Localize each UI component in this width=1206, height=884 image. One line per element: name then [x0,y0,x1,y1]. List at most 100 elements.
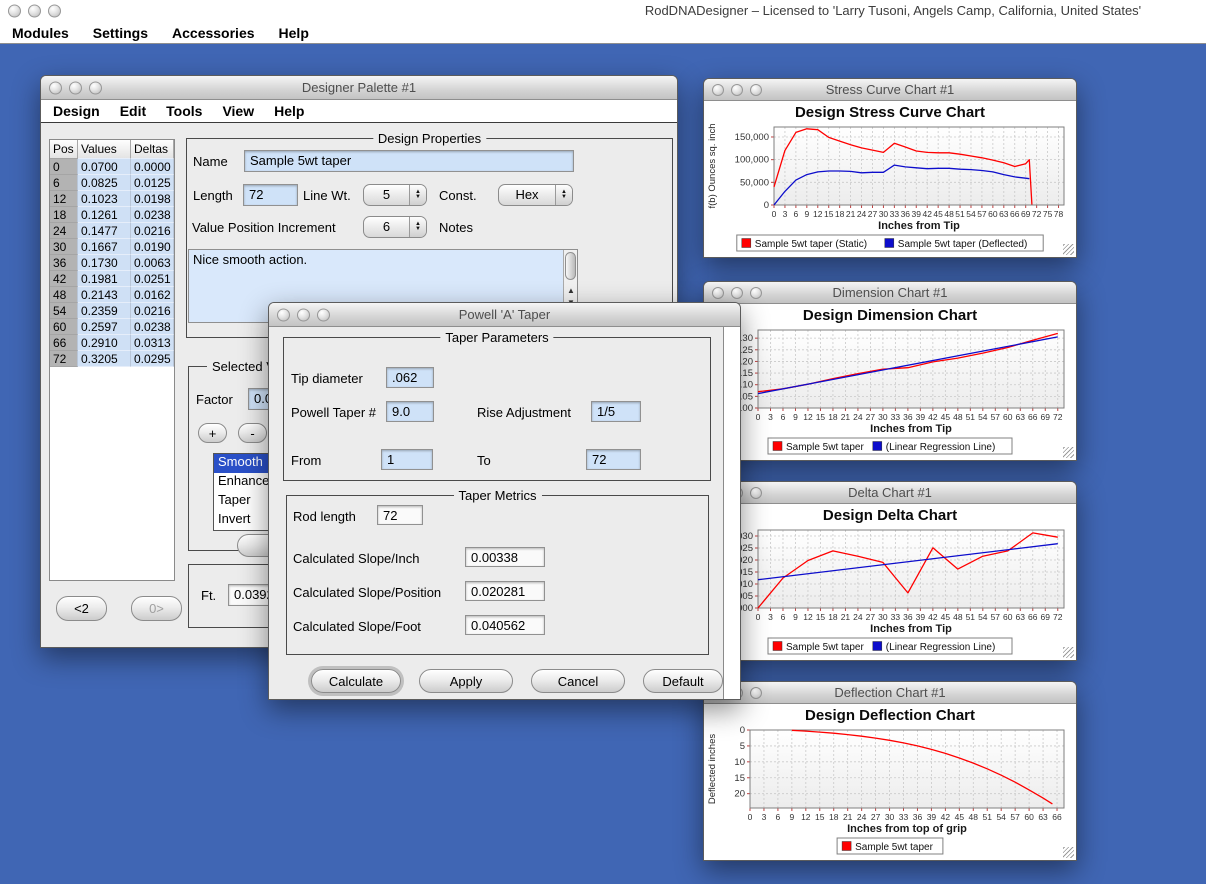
table-row[interactable]: 720.32050.0295 [50,351,174,367]
table-cell[interactable]: 0.3205 [78,351,131,367]
table-cell[interactable]: 0.2359 [78,303,131,319]
app-menu-modules[interactable]: Modules [12,25,69,41]
stepper-arrows-icon[interactable]: ▲▼ [409,217,426,237]
table-cell[interactable]: 24 [50,223,78,239]
table-cell[interactable]: 0.1477 [78,223,131,239]
chart-titlebar[interactable]: Delta Chart #1 [704,482,1076,504]
zoom-icon[interactable] [89,81,102,94]
stepper-arrows-icon[interactable]: ▲▼ [409,185,426,205]
zoom-icon[interactable] [750,487,762,499]
table-cell[interactable]: 30 [50,239,78,255]
table-cell[interactable]: 0.0000 [131,159,174,175]
column-header-values[interactable]: Values [78,140,131,159]
palette-menu-help[interactable]: Help [274,103,304,119]
app-menu-settings[interactable]: Settings [93,25,148,41]
zoom-icon[interactable] [317,308,330,321]
zoom-icon[interactable] [750,84,762,96]
table-row[interactable]: 300.16670.0190 [50,239,174,255]
line-wt-stepper[interactable]: 5 ▲▼ [363,184,427,206]
table-cell[interactable]: 0.0190 [131,239,174,255]
zoom-icon[interactable] [750,687,762,699]
table-cell[interactable]: 0.0700 [78,159,131,175]
table-cell[interactable]: 0.1667 [78,239,131,255]
scrollbar-thumb[interactable] [565,252,576,280]
table-cell[interactable]: 60 [50,319,78,335]
table-row[interactable]: 180.12610.0238 [50,207,174,223]
app-menu-help[interactable]: Help [279,25,309,41]
to-field[interactable]: 72 [586,449,641,470]
resize-grip[interactable] [1063,647,1074,658]
resize-grip[interactable] [1063,847,1074,858]
length-field[interactable]: 72 [243,184,298,206]
values-table[interactable]: PosValuesDeltas 00.07000.000060.08250.01… [49,139,175,581]
chart-titlebar[interactable]: Stress Curve Chart #1 [704,79,1076,101]
table-cell[interactable]: 0.0313 [131,335,174,351]
next-design-button[interactable]: 0> [131,596,182,621]
table-cell[interactable]: 0.0162 [131,287,174,303]
table-cell[interactable]: 0.0063 [131,255,174,271]
table-cell[interactable]: 0.0238 [131,207,174,223]
table-row[interactable]: 360.17300.0063 [50,255,174,271]
calculate-button[interactable]: Calculate [311,669,401,693]
table-cell[interactable]: 0.0251 [131,271,174,287]
table-cell[interactable]: 12 [50,191,78,207]
close-icon[interactable] [49,81,62,94]
table-cell[interactable]: 0.0295 [131,351,174,367]
minimize-icon[interactable] [731,287,743,299]
slope-position-field[interactable]: 0.020281 [465,581,545,601]
dialog-scrollbar-track[interactable] [723,327,740,699]
table-row[interactable]: 540.23590.0216 [50,303,174,319]
powell-taper-num-field[interactable]: 9.0 [386,401,434,422]
prev-design-button[interactable]: <2 [56,596,107,621]
palette-menu-edit[interactable]: Edit [120,103,146,119]
chart-titlebar[interactable]: Dimension Chart #1 [704,282,1076,304]
close-icon[interactable] [712,84,724,96]
palette-menu-design[interactable]: Design [53,103,100,119]
table-row[interactable]: 60.08250.0125 [50,175,174,191]
name-field[interactable]: Sample 5wt taper [244,150,574,172]
default-button[interactable]: Default [643,669,723,693]
column-header-pos[interactable]: Pos [50,140,78,159]
table-cell[interactable]: 0.0216 [131,223,174,239]
decrease-factor-button[interactable]: - [238,423,267,443]
palette-menu-tools[interactable]: Tools [166,103,202,119]
rise-adjustment-field[interactable]: 1/5 [591,401,641,422]
table-row[interactable]: 120.10230.0198 [50,191,174,207]
minimize-icon[interactable] [28,4,41,17]
palette-menu-view[interactable]: View [222,103,254,119]
slope-foot-field[interactable]: 0.040562 [465,615,545,635]
table-cell[interactable]: 0.0125 [131,175,174,191]
table-cell[interactable]: 72 [50,351,78,367]
tip-diameter-field[interactable]: .062 [386,367,434,388]
table-row[interactable]: 660.29100.0313 [50,335,174,351]
table-cell[interactable]: 0.2143 [78,287,131,303]
table-cell[interactable]: 18 [50,207,78,223]
table-cell[interactable]: 0.0238 [131,319,174,335]
cancel-button[interactable]: Cancel [531,669,625,693]
minimize-icon[interactable] [69,81,82,94]
table-cell[interactable]: 0.1730 [78,255,131,271]
chart-titlebar[interactable]: Deflection Chart #1 [704,682,1076,704]
palette-titlebar[interactable]: Designer Palette #1 [41,76,677,100]
zoom-icon[interactable] [48,4,61,17]
increase-factor-button[interactable]: + [198,423,227,443]
minimize-icon[interactable] [297,308,310,321]
resize-grip[interactable] [1063,447,1074,458]
table-row[interactable]: 240.14770.0216 [50,223,174,239]
table-cell[interactable]: 0 [50,159,78,175]
table-cell[interactable]: 0.0198 [131,191,174,207]
rod-length-field[interactable]: 72 [377,505,423,525]
scroll-up-icon[interactable]: ▲ [566,286,576,295]
table-cell[interactable]: 0.1023 [78,191,131,207]
column-header-deltas[interactable]: Deltas [131,140,174,159]
close-icon[interactable] [8,4,21,17]
table-cell[interactable]: 0.1261 [78,207,131,223]
apply-button[interactable]: Apply [419,669,513,693]
zoom-icon[interactable] [750,287,762,299]
const-stepper[interactable]: Hex ▲▼ [498,184,573,206]
app-menu-accessories[interactable]: Accessories [172,25,255,41]
vpi-stepper[interactable]: 6 ▲▼ [363,216,427,238]
close-icon[interactable] [277,308,290,321]
slope-inch-field[interactable]: 0.00338 [465,547,545,567]
table-cell[interactable]: 36 [50,255,78,271]
